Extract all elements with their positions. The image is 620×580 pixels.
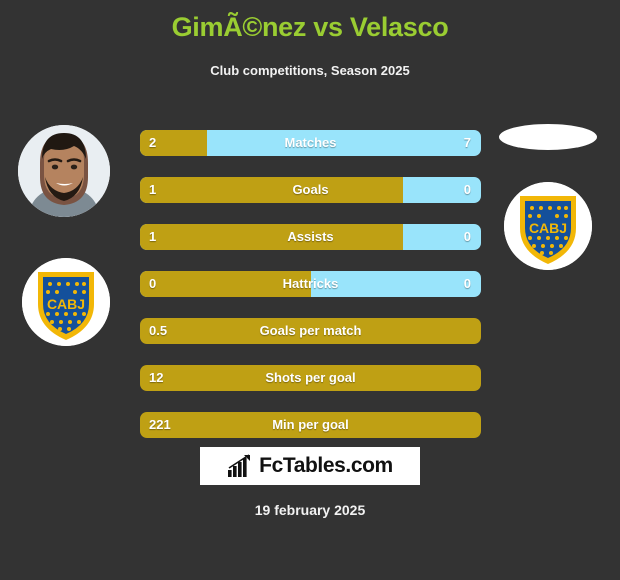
player-left-photo [18, 125, 110, 217]
bar-chart-arrow-icon [228, 454, 251, 477]
stat-value-left: 2 [149, 135, 157, 150]
page-title: GimÃ©nez vs Velasco [171, 12, 449, 42]
svg-text:CABJ: CABJ [47, 296, 85, 312]
stat-bar-label: Goals [292, 182, 329, 197]
stat-bar-row: Assists 1 0 [140, 224, 481, 250]
stat-bar-label: Matches [284, 135, 337, 150]
stat-value-left: 1 [149, 229, 157, 244]
stat-value-left: 1 [149, 182, 157, 197]
svg-text:CABJ: CABJ [529, 220, 567, 236]
stat-value-right: 7 [463, 135, 471, 150]
fctables-logo-text: FcTables.com [259, 454, 393, 477]
stat-value-left: 0.5 [149, 323, 168, 338]
stat-bar-row: Hattricks 0 0 [140, 271, 481, 297]
stat-comparison-page: GimÃ©nez vs Velasco Club competitions, S… [0, 0, 620, 580]
stat-bar-label: Goals per match [259, 323, 362, 338]
club-badge-left: CABJ [22, 258, 110, 346]
stat-value-right: 0 [463, 229, 471, 244]
stat-bar-label: Min per goal [272, 417, 349, 432]
stat-bar-row: Goals 1 0 [140, 177, 481, 203]
player-photo-icon [18, 125, 110, 217]
stat-bar-label: Hattricks [282, 276, 339, 291]
stat-bar-row: Goals per match 0.5 [140, 318, 481, 344]
stat-bar-label: Assists [287, 229, 334, 244]
fctables-logo[interactable]: FcTables.com [200, 447, 420, 485]
stat-value-left: 0 [149, 276, 157, 291]
stat-bars-list: Matches 2 7 Goals 1 0 Assists 1 0 Hattricks 0 0 Goal… [140, 130, 481, 459]
stat-bar-row: Shots per goal 12 [140, 365, 481, 391]
stat-value-left: 12 [149, 370, 164, 385]
stat-bar-row: Matches 2 7 [140, 130, 481, 156]
player-right-photo [499, 124, 597, 150]
stat-bar-label: Shots per goal [265, 370, 356, 385]
cabj-badge-icon: CABJ [22, 258, 110, 346]
footer-date: 19 february 2025 [254, 502, 366, 518]
stat-value-left: 221 [149, 417, 171, 432]
stat-value-right: 0 [463, 276, 471, 291]
cabj-badge-icon: CABJ [504, 182, 592, 270]
page-subtitle: Club competitions, Season 2025 [210, 63, 410, 78]
club-badge-right: CABJ [504, 182, 592, 270]
stat-bar-row: Min per goal 221 [140, 412, 481, 438]
stat-value-right: 0 [463, 182, 471, 197]
